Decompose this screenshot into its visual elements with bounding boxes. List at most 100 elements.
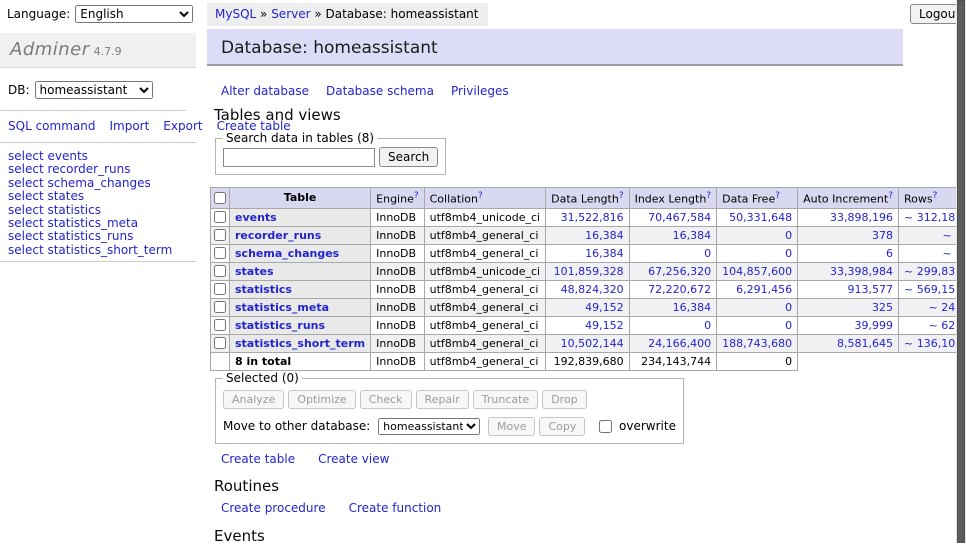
create-links: Create table Create view — [221, 452, 412, 466]
row-checkbox[interactable] — [214, 211, 226, 223]
check-button[interactable]: Check — [360, 390, 412, 409]
row-checkbox[interactable] — [214, 337, 226, 349]
drop-button[interactable]: Drop — [542, 390, 586, 409]
copy-button[interactable]: Copy — [539, 417, 585, 436]
truncate-button[interactable]: Truncate — [473, 390, 538, 409]
row-checkbox[interactable] — [214, 283, 226, 295]
column-header-data-free: Data Free? — [717, 188, 798, 209]
data-length-link[interactable]: 16,384 — [585, 229, 624, 242]
rows-count-link[interactable]: ~ 312,180 — [904, 211, 962, 224]
data-free-link[interactable]: 0 — [785, 229, 792, 242]
sidebar-action-import[interactable]: Import — [109, 119, 149, 133]
rows-count-link[interactable]: ~ 299,833 — [904, 265, 962, 278]
data-free-link[interactable]: 0 — [785, 301, 792, 314]
table-link-statistics-short-term[interactable]: statistics_short_term — [235, 337, 365, 350]
data-free-link[interactable]: 6,291,456 — [736, 283, 792, 296]
routine-link-create-function[interactable]: Create function — [349, 501, 442, 515]
sidebar-item-select-schema-changes[interactable]: select schema_changes — [8, 177, 188, 190]
auto-increment-link[interactable]: 8,581,645 — [837, 337, 893, 350]
table-link-statistics-meta[interactable]: statistics_meta — [235, 301, 329, 314]
nav-link-alter-database[interactable]: Alter database — [221, 84, 309, 98]
auto-increment-link[interactable]: 325 — [872, 301, 893, 314]
footer-link-create-view[interactable]: Create view — [318, 452, 389, 466]
breadcrumb-link-server[interactable]: Server — [271, 7, 310, 21]
index-length-link[interactable]: 24,166,400 — [648, 337, 711, 350]
data-length-link[interactable]: 49,152 — [585, 301, 624, 314]
auto-increment-link[interactable]: 913,577 — [848, 283, 894, 296]
sidebar-item-select-states[interactable]: select states — [8, 190, 188, 203]
help-link[interactable]: ? — [888, 191, 893, 201]
help-link[interactable]: ? — [619, 191, 624, 201]
table-link-statistics-runs[interactable]: statistics_runs — [235, 319, 325, 332]
index-length-link[interactable]: 0 — [704, 247, 711, 260]
rows-count-link[interactable]: ~ 569,159 — [904, 283, 962, 296]
sidebar-item-select-statistics-short-term[interactable]: select statistics_short_term — [8, 244, 188, 257]
sidebar-item-select-statistics-runs[interactable]: select statistics_runs — [8, 230, 188, 243]
move-button[interactable]: Move — [488, 417, 536, 436]
index-length-link[interactable]: 67,256,320 — [648, 265, 711, 278]
data-free-link[interactable]: 50,331,648 — [729, 211, 792, 224]
table-link-statistics[interactable]: statistics — [235, 283, 292, 296]
data-length-link[interactable]: 31,522,816 — [561, 211, 624, 224]
table-link-states[interactable]: states — [235, 265, 274, 278]
analyze-button[interactable]: Analyze — [223, 390, 284, 409]
help-link[interactable]: ? — [478, 191, 483, 201]
row-checkbox[interactable] — [214, 229, 226, 241]
help-link[interactable]: ? — [414, 191, 419, 201]
scrollbar-thumb[interactable] — [957, 0, 965, 543]
data-length-link[interactable]: 101,859,328 — [554, 265, 624, 278]
auto-increment-link[interactable]: 39,999 — [855, 319, 894, 332]
search-fieldset: Search data in tables (8) Search — [215, 131, 446, 175]
auto-increment-link[interactable]: 6 — [886, 247, 893, 260]
language-select[interactable]: English — [75, 5, 193, 23]
overwrite-checkbox[interactable] — [599, 420, 612, 433]
search-input[interactable] — [223, 148, 375, 167]
sidebar-action-export[interactable]: Export — [163, 119, 202, 133]
optimize-button[interactable]: Optimize — [288, 390, 355, 409]
auto-increment-link[interactable]: 378 — [872, 229, 893, 242]
nav-link-privileges[interactable]: Privileges — [451, 84, 509, 98]
sidebar-item-select-statistics[interactable]: select statistics — [8, 204, 188, 217]
adminer-logo[interactable]: Adminer — [10, 39, 90, 60]
data-length-link[interactable]: 16,384 — [585, 247, 624, 260]
row-checkbox[interactable] — [214, 265, 226, 277]
sidebar-item-select-recorder-runs[interactable]: select recorder_runs — [8, 163, 188, 176]
search-button[interactable]: Search — [379, 147, 438, 167]
data-length-link[interactable]: 10,502,144 — [561, 337, 624, 350]
help-link[interactable]: ? — [933, 191, 938, 201]
row-checkbox[interactable] — [214, 301, 226, 313]
breadcrumb-link-mysql[interactable]: MySQL — [215, 7, 256, 21]
auto-increment-link[interactable]: 33,898,196 — [830, 211, 893, 224]
data-length-link[interactable]: 48,824,320 — [561, 283, 624, 296]
rows-count-link[interactable]: ~ 136,108 — [904, 337, 962, 350]
sidebar-item-select-statistics-meta[interactable]: select statistics_meta — [8, 217, 188, 230]
events-heading: Events — [214, 527, 265, 545]
move-db-select[interactable]: homeassistant — [378, 418, 480, 435]
row-checkbox[interactable] — [214, 247, 226, 259]
sidebar-action-sql-command[interactable]: SQL command — [8, 119, 95, 133]
data-free-link[interactable]: 188,743,680 — [722, 337, 792, 350]
table-link-schema-changes[interactable]: schema_changes — [235, 247, 339, 260]
data-length-link[interactable]: 49,152 — [585, 319, 624, 332]
index-length-link[interactable]: 0 — [704, 319, 711, 332]
index-length-link[interactable]: 16,384 — [673, 229, 712, 242]
footer-link-create-table[interactable]: Create table — [221, 452, 295, 466]
repair-button[interactable]: Repair — [416, 390, 469, 409]
routine-link-create-procedure[interactable]: Create procedure — [221, 501, 326, 515]
table-link-events[interactable]: events — [235, 211, 277, 224]
sidebar-item-select-events[interactable]: select events — [8, 150, 188, 163]
index-length-link[interactable]: 72,220,672 — [648, 283, 711, 296]
db-select[interactable]: homeassistant — [35, 81, 153, 99]
nav-link-database-schema[interactable]: Database schema — [326, 84, 434, 98]
index-length-link[interactable]: 70,467,584 — [648, 211, 711, 224]
help-link[interactable]: ? — [775, 191, 780, 201]
table-link-recorder-runs[interactable]: recorder_runs — [235, 229, 321, 242]
index-length-link[interactable]: 16,384 — [673, 301, 712, 314]
select-all-checkbox[interactable] — [214, 192, 226, 204]
auto-increment-link[interactable]: 33,398,984 — [830, 265, 893, 278]
data-free-link[interactable]: 0 — [785, 247, 792, 260]
data-free-link[interactable]: 0 — [785, 319, 792, 332]
help-link[interactable]: ? — [706, 191, 711, 201]
row-checkbox[interactable] — [214, 319, 226, 331]
data-free-link[interactable]: 104,857,600 — [722, 265, 792, 278]
